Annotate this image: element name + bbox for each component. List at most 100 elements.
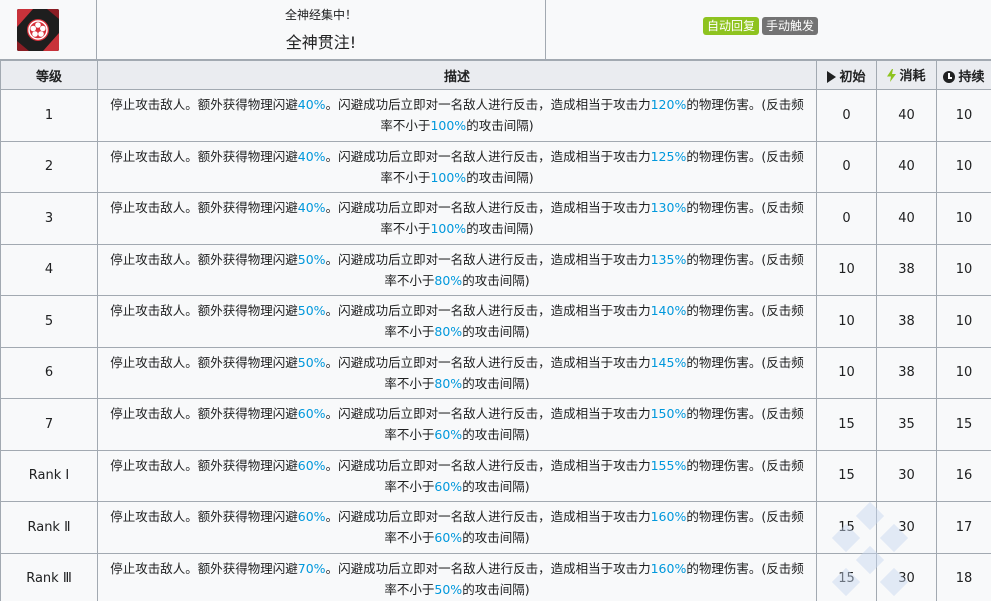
desc-text-a: 停止攻击敌人。额外获得物理闪避	[110, 200, 298, 216]
cell-initial: 0	[816, 140, 877, 193]
cell-level: Rank Ⅲ	[0, 552, 98, 601]
desc-text-a: 停止攻击敌人。额外获得物理闪避	[110, 509, 298, 525]
cell-level: Rank Ⅱ	[0, 501, 98, 554]
cell-cost: 30	[876, 501, 937, 554]
cell-duration: 17	[936, 501, 991, 554]
desc-dodge-value: 60%	[297, 457, 326, 473]
desc-atk-value: 140%	[650, 303, 687, 319]
desc-freq-value: 100%	[430, 169, 467, 185]
desc-text-b: 。闪避成功后立即对一名敌人进行反击，造成相当于攻击力	[325, 303, 651, 319]
table-row: 4 停止攻击敌人。额外获得物理闪避50%。闪避成功后立即对一名敌人进行反击，造成相…	[0, 243, 991, 296]
desc-text-b: 。闪避成功后立即对一名敌人进行反击，造成相当于攻击力	[325, 406, 651, 422]
desc-text-d: 的攻击间隔)	[462, 530, 530, 546]
cell-duration: 10	[936, 140, 991, 193]
cell-duration: 10	[936, 89, 991, 142]
desc-freq-value: 60%	[434, 530, 463, 546]
desc-atk-value: 145%	[650, 354, 687, 370]
desc-dodge-value: 70%	[297, 560, 326, 576]
skill-name-cell: 全神经集中！ 全神贯注!	[97, 0, 546, 60]
cell-cost: 38	[876, 346, 937, 399]
table-header-row: 等级 描述 初始 消耗 持续	[0, 60, 991, 90]
cell-description: 停止攻击敌人。额外获得物理闪避50%。闪避成功后立即对一名敌人进行反击，造成相当…	[97, 295, 817, 348]
desc-text-a: 停止攻击敌人。额外获得物理闪避	[110, 457, 298, 473]
cell-cost: 38	[876, 295, 937, 348]
skill-tags: 自动回复 手动触发	[703, 17, 821, 35]
cell-duration: 18	[936, 552, 991, 601]
desc-text-b: 。闪避成功后立即对一名敌人进行反击，造成相当于攻击力	[325, 560, 651, 576]
table-row: 6 停止攻击敌人。额外获得物理闪避50%。闪避成功后立即对一名敌人进行反击，造成相…	[0, 346, 991, 399]
cell-level: 7	[0, 398, 98, 451]
skill-icon	[17, 9, 59, 51]
desc-dodge-value: 50%	[297, 303, 326, 319]
desc-text-b: 。闪避成功后立即对一名敌人进行反击，造成相当于攻击力	[325, 509, 651, 525]
skill-title: 全神贯注!	[285, 33, 357, 52]
cell-level: 4	[0, 243, 98, 296]
cell-description: 停止攻击敌人。额外获得物理闪避70%。闪避成功后立即对一名敌人进行反击，造成相当…	[97, 552, 817, 601]
table-row: 3 停止攻击敌人。额外获得物理闪避40%。闪避成功后立即对一名敌人进行反击，造成相…	[0, 192, 991, 245]
desc-freq-value: 100%	[430, 118, 467, 134]
cell-cost: 35	[876, 398, 937, 451]
cell-description: 停止攻击敌人。额外获得物理闪避 60% 。闪避成功后立即对一名敌人进行反击，造成相当…	[97, 501, 817, 554]
header-cost: 消耗	[876, 60, 937, 90]
header-initial: 初始	[816, 60, 877, 90]
desc-text-d: 的攻击间隔)	[466, 221, 534, 237]
desc-text-b: 。闪避成功后立即对一名敌人进行反击，造成相当于攻击力	[325, 457, 651, 473]
cell-description: 停止攻击敌人。额外获得物理闪避50%。闪避成功后立即对一名敌人进行反击，造成相当…	[97, 243, 817, 296]
tag-auto-recovery: 自动回复	[703, 17, 760, 35]
cell-description: 停止攻击敌人。额外获得物理闪避40%。闪避成功后立即对一名敌人进行反击，造成相当…	[97, 89, 817, 142]
desc-text-b: 。闪避成功后立即对一名敌人进行反击，造成相当于攻击力	[325, 200, 651, 216]
desc-freq-value: 60%	[434, 427, 463, 443]
desc-text-d: 的攻击间隔)	[462, 272, 530, 288]
skill-subtitle: 全神经集中！	[284, 8, 357, 22]
cell-initial: 15	[816, 449, 877, 502]
cell-cost: 40	[876, 89, 937, 142]
desc-text-a: 停止攻击敌人。额外获得物理闪避	[110, 560, 298, 576]
header-level: 等级	[0, 60, 98, 90]
skill-panel: 全神经集中！ 全神贯注! 自动回复 手动触发 等级 描述 初始 消耗 持续 1 停止…	[0, 0, 991, 601]
skill-level-table: 等级 描述 初始 消耗 持续 1 停止攻击敌人。额外获得物理闪避40%。闪避成功后…	[0, 60, 991, 601]
desc-text-b: 。闪避成功后立即对一名敌人进行反击，造成相当于攻击力	[325, 251, 651, 267]
cell-duration: 10	[936, 346, 991, 399]
cell-initial: 15	[816, 501, 877, 554]
skill-icon-cell	[0, 0, 97, 60]
desc-freq-value: 60%	[434, 478, 463, 494]
cell-description: 停止攻击敌人。额外获得物理闪避40%。闪避成功后立即对一名敌人进行反击，造成相当…	[97, 140, 817, 193]
desc-dodge-value: 50%	[297, 354, 326, 370]
cell-duration: 10	[936, 192, 991, 245]
cell-level: 3	[0, 192, 98, 245]
cell-level: 6	[0, 346, 98, 399]
desc-text-d: 的攻击间隔)	[466, 169, 534, 185]
desc-atk-value: 160%	[650, 560, 687, 576]
desc-freq-value: 80%	[434, 324, 463, 340]
cell-initial: 15	[816, 398, 877, 451]
desc-freq-value: 100%	[430, 221, 467, 237]
cell-level: 5	[0, 295, 98, 348]
cell-initial: 10	[816, 243, 877, 296]
desc-atk-value: 130%	[650, 200, 687, 216]
desc-text-d: 的攻击间隔)	[462, 375, 530, 391]
cell-description: 停止攻击敌人。额外获得物理闪避50%。闪避成功后立即对一名敌人进行反击，造成相当…	[97, 346, 817, 399]
desc-dodge-value: 50%	[297, 251, 326, 267]
desc-text-a: 停止攻击敌人。额外获得物理闪避	[110, 148, 298, 164]
header-duration: 持续	[936, 60, 991, 90]
desc-atk-value: 155%	[650, 457, 687, 473]
lightning-icon	[887, 68, 897, 86]
table-row: 7 停止攻击敌人。额外获得物理闪避60%。闪避成功后立即对一名敌人进行反击，造成相…	[0, 398, 991, 451]
cell-cost: 38	[876, 243, 937, 296]
desc-dodge-value: 60%	[297, 406, 326, 422]
table-row: Rank Ⅰ 停止攻击敌人。额外获得物理闪避60%。闪避成功后立即对一名敌人进行反…	[0, 449, 991, 502]
desc-atk-value: 120%	[650, 97, 687, 113]
desc-text-d: 的攻击间隔)	[462, 427, 530, 443]
table-row: 1 停止攻击敌人。额外获得物理闪避40%。闪避成功后立即对一名敌人进行反击，造成相…	[0, 89, 991, 142]
clock-icon	[943, 70, 956, 83]
desc-dodge-value: 40%	[297, 200, 326, 216]
desc-atk-value: 135%	[650, 251, 687, 267]
desc-text-a: 停止攻击敌人。额外获得物理闪避	[110, 303, 298, 319]
cell-initial: 0	[816, 89, 877, 142]
desc-text-d: 的攻击间隔)	[462, 478, 530, 494]
cell-initial: 10	[816, 295, 877, 348]
play-icon	[827, 70, 837, 83]
cell-level: Rank Ⅰ	[0, 449, 98, 502]
desc-text-b: 。闪避成功后立即对一名敌人进行反击，造成相当于攻击力	[325, 354, 651, 370]
header-duration-label: 持续	[958, 69, 985, 85]
